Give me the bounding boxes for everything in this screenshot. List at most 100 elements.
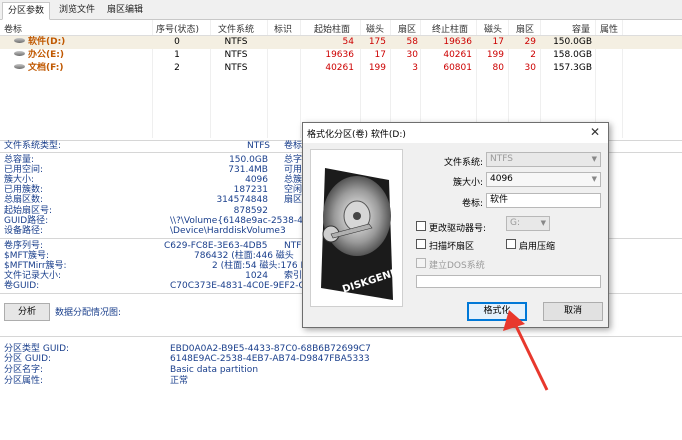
row-start-head: 17 xyxy=(374,50,386,60)
row-filesystem: NTFS xyxy=(224,50,248,60)
table-row[interactable]: 文档(F:) 2 NTFS 40261 199 3 60801 80 30 15… xyxy=(0,62,682,75)
volume-serial-value: C629-FC8E-3E63-4DB5 xyxy=(164,241,268,251)
format-dialog: 格式化分区(卷) 软件(D:) ✕ DISKGENIUS 文件系统: NTFS … xyxy=(302,122,609,328)
type-guid-label: 分区类型 GUID: xyxy=(4,344,70,354)
drive-letter-value: G: xyxy=(510,218,521,228)
start-sector-value: 878592 xyxy=(233,206,268,216)
filesystem-label: 文件系统: xyxy=(443,158,483,168)
create-dos-checkbox[interactable] xyxy=(416,258,426,268)
row-start-sector: 58 xyxy=(406,37,418,47)
volume-label-input[interactable]: 软件 xyxy=(486,193,601,208)
row-end-head: 80 xyxy=(492,63,504,73)
dialog-titlebar[interactable]: 格式化分区(卷) 软件(D:) ✕ xyxy=(303,123,608,143)
fs-type-label: 文件系统类型: xyxy=(4,141,62,151)
row-start-sector: 3 xyxy=(412,63,418,73)
table-row[interactable]: 办公(E:) 1 NTFS 19636 17 30 40261 199 2 15… xyxy=(0,49,682,62)
row-size: 158.0GB xyxy=(553,50,592,60)
scan-bad-sectors-checkbox[interactable] xyxy=(416,239,426,249)
format-button[interactable]: 格式化 xyxy=(467,302,527,321)
row-end-head: 17 xyxy=(492,37,504,47)
hard-disk-illustration: DISKGENIUS xyxy=(311,150,402,306)
free-clusters-label: 空闲 xyxy=(284,185,303,195)
mftmirr-cluster-label: $MFTMirr簇号: xyxy=(4,261,67,271)
col-volume-label[interactable]: 卷标 xyxy=(4,22,22,35)
tab-bar: 分区参数 浏览文件 扇区编辑 xyxy=(0,0,682,20)
total-bytes-label: 总字 xyxy=(284,155,303,165)
record-size-label: 文件记录大小: xyxy=(4,271,62,281)
col-start-sector[interactable]: 扇区 xyxy=(398,22,416,35)
analyze-button[interactable]: 分析 xyxy=(4,303,50,321)
col-start-head[interactable]: 磁头 xyxy=(366,22,384,35)
volume-guid-label: 卷GUID: xyxy=(4,281,40,291)
guid-path-label: GUID路径: xyxy=(4,216,49,226)
hard-disk-image: DISKGENIUS xyxy=(310,149,403,307)
cluster-size-label: 簇大小: xyxy=(4,175,35,185)
disk-icon xyxy=(14,38,25,43)
col-attr[interactable]: 属性 xyxy=(600,22,618,35)
used-clusters-value: 187231 xyxy=(233,185,268,195)
drive-letter-select[interactable]: G: ▼ xyxy=(506,216,550,231)
total-sectors-value: 314574848 xyxy=(216,195,268,205)
cluster-size-value: 4096 xyxy=(245,175,268,185)
tab-browse-files[interactable]: 浏览文件 xyxy=(54,2,100,20)
row-start-cylinder: 54 xyxy=(342,37,354,47)
filesystem-select[interactable]: NTFS ▼ xyxy=(486,152,601,167)
row-end-cylinder: 60801 xyxy=(443,63,472,73)
cluster-size-select[interactable]: 4096 ▼ xyxy=(486,172,601,187)
used-space-label: 已用空间: xyxy=(4,165,44,175)
row-start-cylinder: 19636 xyxy=(325,50,354,60)
col-id[interactable]: 标识 xyxy=(274,22,292,35)
enable-compression-label: 启用压缩 xyxy=(519,242,556,252)
used-space-value: 731.4MB xyxy=(228,165,268,175)
table-row[interactable]: 软件(D:) 0 NTFS 54 175 58 19636 17 29 150.… xyxy=(0,36,682,49)
partition-attr-value: 正常 xyxy=(170,376,189,386)
disk-icon xyxy=(14,51,25,56)
row-start-cylinder: 40261 xyxy=(325,63,354,73)
close-icon[interactable]: ✕ xyxy=(588,125,602,139)
change-drive-letter-checkbox[interactable] xyxy=(416,221,426,231)
tab-partition-params[interactable]: 分区参数 xyxy=(2,2,51,20)
chevron-down-icon: ▼ xyxy=(591,175,597,183)
row-start-head: 175 xyxy=(368,37,386,47)
row-end-sector: 29 xyxy=(524,37,536,47)
used-clusters-label: 已用簇数: xyxy=(4,185,44,195)
chevron-down-icon: ▼ xyxy=(591,155,597,163)
row-end-cylinder: 40261 xyxy=(443,50,472,60)
data-allocation-label: 数据分配情况图: xyxy=(55,308,122,318)
col-start-cylinder[interactable]: 起始柱面 xyxy=(314,22,350,35)
total-sectors-label: 总扇区数: xyxy=(4,195,44,205)
col-index-status[interactable]: 序号(状态) xyxy=(156,22,199,35)
fs-type-value: NTFS xyxy=(247,141,270,151)
guid-path-value: \\?\Volume{6148e9ac-2538-4 xyxy=(170,216,303,226)
enable-compression-checkbox[interactable] xyxy=(506,239,516,249)
row-size: 157.3GB xyxy=(553,63,592,73)
volume-label-label: 卷标 xyxy=(284,141,303,151)
device-path-value: \Device\HarddiskVolume3 xyxy=(170,226,286,236)
row-index: 0 xyxy=(174,37,180,47)
row-end-sector: 30 xyxy=(524,63,536,73)
row-filesystem: NTFS xyxy=(224,37,248,47)
volume-serial-label: 卷序列号: xyxy=(4,241,44,251)
sector-size-label: 扇区 xyxy=(284,195,303,205)
ntfs-version-label: NTF xyxy=(284,241,302,251)
col-size[interactable]: 容量 xyxy=(572,22,590,35)
col-filesystem[interactable]: 文件系统 xyxy=(218,22,254,35)
cluster-size-field-label: 簇大小: xyxy=(452,178,483,188)
total-clusters-label: 总簇 xyxy=(284,175,303,185)
index-record-label: 索引 xyxy=(284,271,303,281)
volume-label-field-label: 卷标: xyxy=(461,199,483,209)
scan-bad-sectors-label: 扫描坏扇区 xyxy=(429,242,475,252)
filesystem-value: NTFS xyxy=(490,154,513,164)
tab-sector-edit[interactable]: 扇区编辑 xyxy=(102,2,148,20)
row-size: 150.0GB xyxy=(553,37,592,47)
col-end-sector[interactable]: 扇区 xyxy=(516,22,534,35)
col-end-head[interactable]: 磁头 xyxy=(484,22,502,35)
cancel-button[interactable]: 取消 xyxy=(543,302,603,321)
record-size-value: 1024 xyxy=(245,271,268,281)
col-end-cylinder[interactable]: 终止柱面 xyxy=(432,22,468,35)
row-start-sector: 30 xyxy=(406,50,418,60)
mft-cluster-value: 786432 (柱面:446 磁头 xyxy=(194,251,294,261)
volume-guid-value: C70C373E-4831-4C0E-9EF2-C xyxy=(170,281,305,291)
row-end-head: 199 xyxy=(486,50,504,60)
row-end-cylinder: 19636 xyxy=(443,37,472,47)
